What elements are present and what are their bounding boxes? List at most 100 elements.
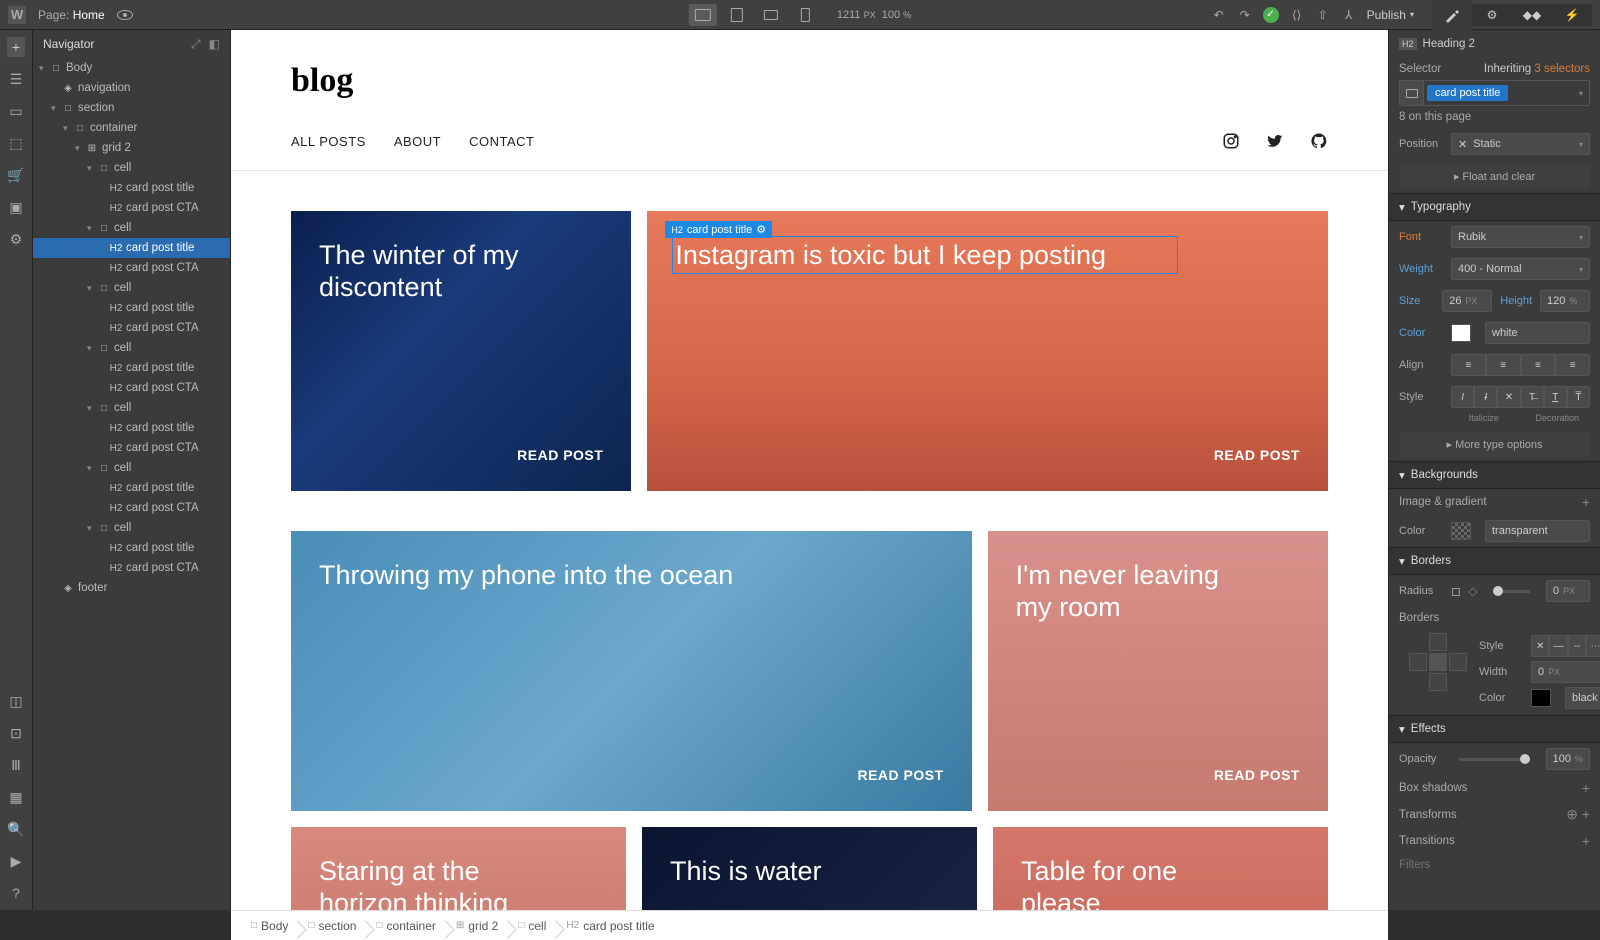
breadcrumb-item[interactable]: H2 card post title [556,919,664,933]
align-right-button[interactable]: ≡ [1521,354,1556,376]
settings-icon[interactable]: ⚙ [7,230,25,248]
decoration-none-button[interactable]: ✕ [1497,386,1520,408]
tree-node[interactable]: ▾□cell [33,518,230,538]
breadcrumb-item[interactable]: □ container [366,919,445,933]
tree-node[interactable]: H2card post CTA [33,258,230,278]
tree-node[interactable]: ▾⊞grid 2 [33,138,230,158]
float-clear-toggle[interactable]: ▸ Float and clear [1399,164,1590,189]
breadcrumb-item[interactable]: □ cell [508,919,556,933]
opacity-input[interactable]: 100% [1546,748,1590,770]
pages-icon[interactable]: ☰ [7,70,25,88]
symbols-icon[interactable]: ▭ [7,102,25,120]
blog-card[interactable]: This is water [642,827,977,910]
inheriting-info[interactable]: Inheriting 3 selectors [1484,63,1590,75]
preview-icon[interactable] [117,7,133,23]
position-select[interactable]: ✕Static▾ [1451,133,1590,155]
card-title[interactable]: I'm never leaving my room [1016,559,1243,624]
nav-link[interactable]: ABOUT [394,134,441,149]
bg-color-swatch[interactable] [1451,522,1471,540]
cms-icon[interactable]: ⬚ [7,134,25,152]
device-tablet-button[interactable] [723,4,751,26]
radius-slider[interactable] [1493,590,1530,593]
card-title[interactable]: The winter of my discontent [319,239,546,304]
border-width-input[interactable]: 0PX [1531,661,1600,683]
tool-icon-4[interactable]: ▦ [7,788,25,806]
tree-node[interactable]: H2card post CTA [33,438,230,458]
tree-node[interactable]: H2card post title [33,538,230,558]
nav-link[interactable]: ALL POSTS [291,134,366,149]
more-type-options[interactable]: ▸ More type options [1399,432,1590,457]
selector-input[interactable]: card post title ▾ [1399,80,1590,106]
share-icon[interactable]: ⅄ [1341,7,1357,23]
underline-button[interactable]: T [1544,386,1567,408]
tree-node[interactable]: ▾□section [33,98,230,118]
add-element-button[interactable]: + [7,38,25,56]
tree-node[interactable]: ▾□cell [33,218,230,238]
ecommerce-icon[interactable]: 🛒 [7,166,25,184]
card-cta[interactable]: READ POST [1214,767,1300,783]
export-icon[interactable]: ⇧ [1315,7,1331,23]
radius-input[interactable]: 0PX [1546,580,1590,602]
navigator-collapse-icon[interactable]: ⤢ [191,37,201,52]
tree-node[interactable]: H2card post title [33,478,230,498]
border-solid-button[interactable]: — [1549,635,1567,657]
tree-node[interactable]: H2card post title [33,298,230,318]
add-background-button[interactable]: + [1582,494,1590,510]
card-title[interactable]: Staring at the horizon thinking about [319,855,542,910]
breadcrumb-item[interactable]: ⊞ grid 2 [446,919,508,933]
radius-mode-icon[interactable]: ◻ [1451,584,1461,598]
card-title[interactable]: This is water [670,855,893,887]
instagram-icon[interactable] [1222,132,1240,150]
weight-select[interactable]: 400 - Normal▾ [1451,258,1590,280]
color-swatch[interactable] [1451,324,1471,342]
tool-icon-3[interactable]: Ⅲ [7,756,25,774]
strikethrough-button[interactable]: T̶ [1521,386,1544,408]
card-cta[interactable]: READ POST [517,447,603,463]
tree-node[interactable]: ▾□cell [33,398,230,418]
style-manager-tab[interactable]: ◆◆ [1512,0,1552,30]
size-input[interactable]: 26PX [1442,290,1492,312]
card-cta[interactable]: READ POST [1214,447,1300,463]
tree-node[interactable]: ▾□cell [33,458,230,478]
tree-node[interactable]: H2card post CTA [33,498,230,518]
bg-color-input[interactable]: transparent [1485,520,1590,542]
tree-node[interactable]: H2card post title [33,178,230,198]
typography-section[interactable]: ▾ Typography [1389,193,1600,221]
github-icon[interactable] [1310,132,1328,150]
tree-node[interactable]: ▾□cell [33,278,230,298]
card-title[interactable]: Throwing my phone into the ocean [319,559,819,591]
publish-button[interactable]: Publish ▾ [1367,8,1414,22]
breadcrumb-item[interactable]: □ Body [241,919,298,933]
blog-card[interactable]: H2 card post title ⚙Instagram is toxic b… [647,211,1328,491]
border-dashed-button[interactable]: -- [1568,635,1586,657]
card-title[interactable]: Instagram is toxic but I keep posting [675,239,1175,271]
border-dotted-button[interactable]: ⋯ [1586,635,1600,657]
video-icon[interactable]: ▶ [7,852,25,870]
overline-button[interactable]: T̅ [1567,386,1590,408]
tree-node[interactable]: ▾□cell [33,338,230,358]
blog-card[interactable]: Staring at the horizon thinking about [291,827,626,910]
align-center-button[interactable]: ≡ [1486,354,1521,376]
effects-section[interactable]: ▾ Effects [1389,715,1600,743]
font-select[interactable]: Rubik▾ [1451,226,1590,248]
tree-node[interactable]: ▾□container [33,118,230,138]
border-none-button[interactable]: ✕ [1531,635,1549,657]
tree-node[interactable]: H2card post CTA [33,198,230,218]
add-transform-button[interactable]: ⊕ + [1566,806,1590,823]
tool-icon-2[interactable]: ⊡ [7,724,25,742]
device-mobile-landscape-button[interactable] [757,4,785,26]
blog-card[interactable]: I'm never leaving my room READ POST [988,531,1328,811]
borders-section[interactable]: ▾ Borders [1389,547,1600,575]
blog-card[interactable]: Throwing my phone into the oceanREAD POS… [291,531,972,811]
italic-button[interactable]: I [1451,386,1474,408]
tool-icon-1[interactable]: ◫ [7,692,25,710]
code-icon[interactable]: ⟨⟩ [1289,7,1305,23]
add-shadow-button[interactable]: + [1582,780,1590,796]
add-transition-button[interactable]: + [1582,833,1590,849]
border-color-input[interactable]: black [1565,687,1600,709]
blog-card[interactable]: The winter of my discontent READ POST [291,211,631,491]
interactions-tab[interactable]: ⚡ [1552,0,1592,30]
border-color-swatch[interactable] [1531,689,1551,707]
twitter-icon[interactable] [1266,132,1284,150]
tree-node[interactable]: H2card post CTA [33,318,230,338]
